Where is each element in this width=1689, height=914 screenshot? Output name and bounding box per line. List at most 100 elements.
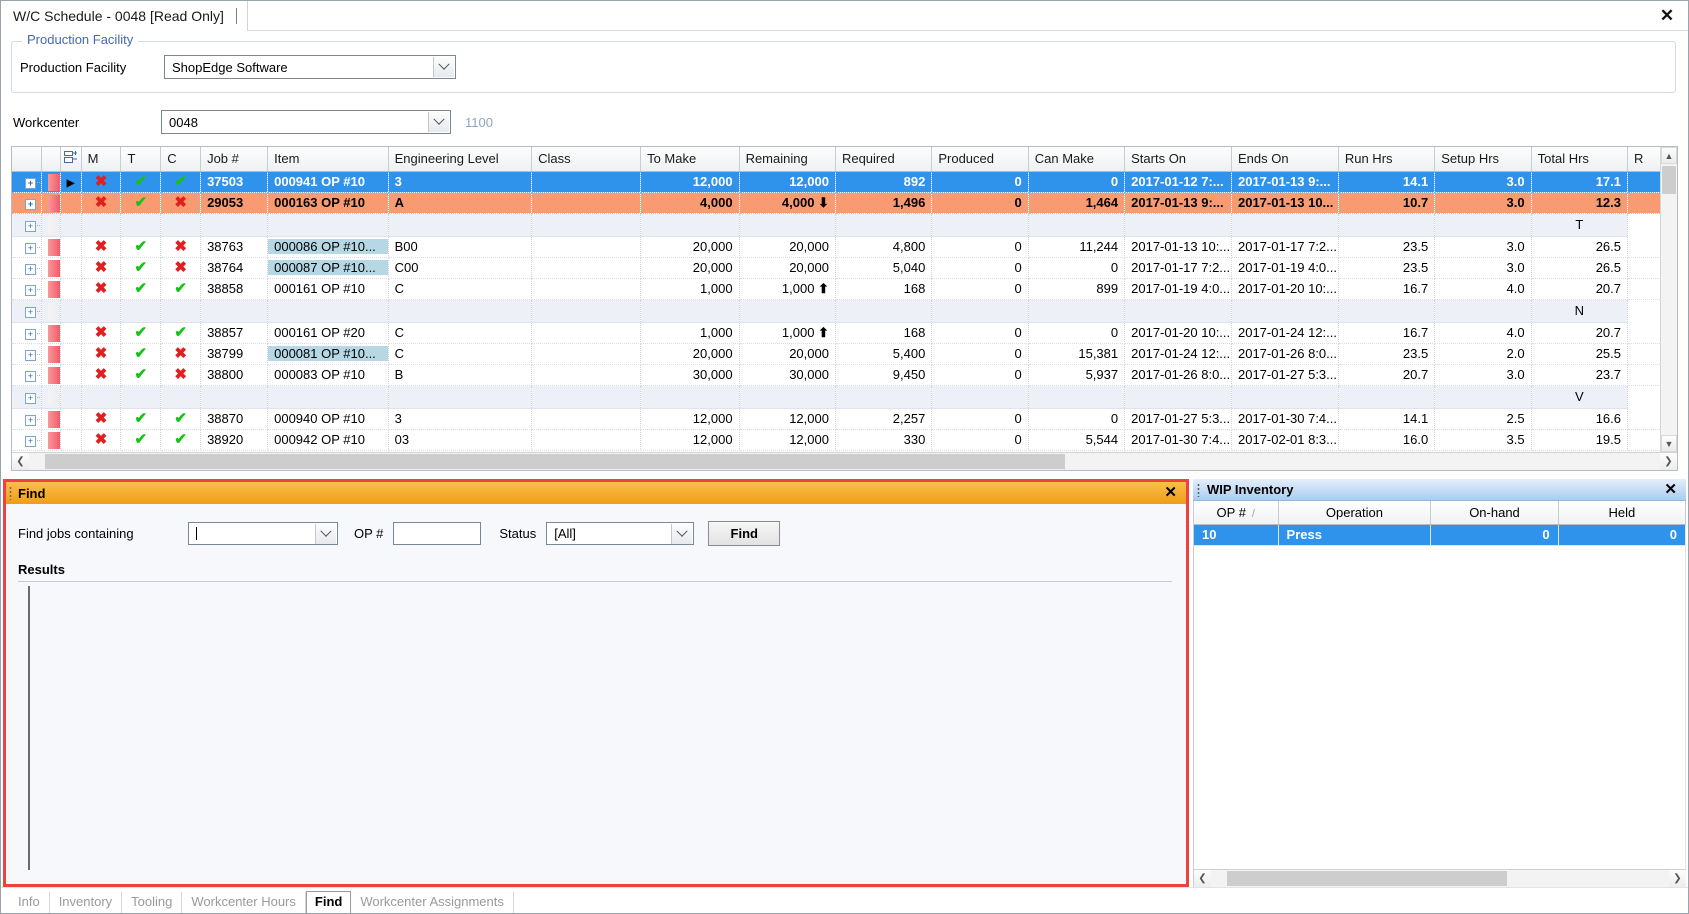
table-row[interactable]: + N: [12, 299, 1660, 323]
table-row[interactable]: + ✖ ✔ ✖ 38763 000086 OP #10... B00 20,000 20,000…: [12, 236, 1660, 258]
table-row[interactable]: + ✖ ✔ ✔ 38870 000940 OP #10 3 12,000 12,000 2,257…: [12, 408, 1660, 430]
expand-icon[interactable]: +: [25, 243, 36, 254]
cell-m[interactable]: ✖: [81, 236, 122, 258]
chevron-down-icon[interactable]: [433, 57, 454, 77]
cell-c[interactable]: ✖: [160, 364, 202, 386]
expand-icon[interactable]: +: [25, 285, 36, 296]
header-r-truncated[interactable]: R: [1627, 147, 1660, 172]
cell-setup-hrs[interactable]: 2.5: [1434, 408, 1532, 430]
cell-remaining[interactable]: 20,000: [739, 236, 836, 258]
cell-ends-on[interactable]: 2017-01-27 5:3...: [1231, 364, 1339, 386]
cell-item[interactable]: 000940 OP #10: [267, 408, 389, 430]
cell-can-make[interactable]: 15,381: [1028, 343, 1126, 365]
tab-tooling[interactable]: Tooling: [122, 892, 183, 913]
cell-class[interactable]: [531, 343, 642, 365]
cell-class[interactable]: [531, 408, 642, 430]
vscroll-track[interactable]: [1661, 164, 1677, 435]
table-row[interactable]: + ✖ ✔ ✖ 38800 000083 OP #10 B 30,000 30,000 9,450…: [12, 364, 1660, 386]
scroll-left-icon[interactable]: ❮: [1194, 870, 1211, 887]
cell-m[interactable]: ✖: [81, 192, 122, 214]
cell-remaining[interactable]: 1,000 ⬆: [739, 322, 836, 344]
cell-total-hrs[interactable]: 26.5: [1531, 257, 1629, 279]
cell-engineering-level[interactable]: B: [388, 364, 533, 386]
cell-m[interactable]: ✖: [81, 343, 122, 365]
cell-total-hrs[interactable]: 12.3: [1531, 192, 1629, 214]
cell-c[interactable]: ✖: [160, 236, 202, 258]
cell-required[interactable]: 892: [835, 171, 933, 193]
cell-r[interactable]: [1627, 278, 1660, 300]
chevron-down-icon[interactable]: [428, 112, 449, 132]
cell-can-make[interactable]: 11,244: [1028, 236, 1126, 258]
expand-icon[interactable]: +: [25, 221, 36, 232]
cell-engineering-level[interactable]: 3: [388, 171, 533, 193]
cell-class[interactable]: [531, 322, 642, 344]
wip-cell-on-hand[interactable]: 0: [1430, 524, 1559, 546]
cell-required[interactable]: 4,800: [835, 236, 933, 258]
status-select[interactable]: [All]: [546, 521, 695, 545]
wip-header-held[interactable]: Held: [1558, 501, 1687, 525]
cell-run-hrs[interactable]: 16.7: [1338, 322, 1436, 344]
cell-job-number[interactable]: 38870: [200, 408, 269, 430]
hscroll-track[interactable]: [29, 453, 1660, 470]
cell-remaining[interactable]: 4,000 ⬇: [739, 192, 836, 214]
header-item[interactable]: Item: [267, 147, 389, 172]
cell-c[interactable]: ✔: [160, 408, 202, 430]
table-row[interactable]: + V: [12, 385, 1660, 409]
table-row[interactable]: + ✖ ✔ ✖ 29053 000163 OP #10 A 4,000 4,000 ⬇ 1,496…: [12, 192, 1660, 214]
cell-ends-on[interactable]: 2017-01-30 7:4...: [1231, 408, 1339, 430]
cell-engineering-level[interactable]: A: [388, 192, 533, 214]
cell-required[interactable]: 2,257: [835, 408, 933, 430]
drag-handle-icon[interactable]: [1197, 483, 1200, 497]
production-facility-select[interactable]: ShopEdge Software: [164, 55, 456, 79]
row-expander[interactable]: +: [12, 322, 42, 344]
cell-starts-on[interactable]: 2017-01-13 10:...: [1124, 236, 1232, 258]
row-expander[interactable]: +: [12, 364, 42, 386]
row-expander[interactable]: +: [12, 408, 42, 430]
cell-r[interactable]: [1627, 322, 1660, 344]
row-expander[interactable]: +: [12, 385, 42, 409]
close-icon[interactable]: ✕: [1656, 4, 1678, 26]
cell-r[interactable]: [1627, 408, 1660, 430]
cell-to-make[interactable]: 12,000: [640, 429, 740, 451]
cell-item[interactable]: 000941 OP #10: [267, 171, 389, 193]
cell-produced[interactable]: 0: [931, 171, 1029, 193]
cell-total-hrs[interactable]: 25.5: [1531, 343, 1629, 365]
wip-table-row[interactable]: 10 Press 0 0: [1194, 524, 1687, 546]
cell-to-make[interactable]: 1,000: [640, 278, 740, 300]
cell-remaining[interactable]: 12,000: [739, 429, 836, 451]
cell-m[interactable]: ✖: [81, 408, 122, 430]
cell-item[interactable]: 000161 OP #10: [267, 278, 389, 300]
expand-icon[interactable]: +: [25, 199, 36, 210]
grid-settings-icon[interactable]: [60, 147, 82, 172]
row-selector[interactable]: ▶: [60, 171, 82, 193]
cell-job-number[interactable]: 29053: [200, 192, 269, 214]
scroll-up-icon[interactable]: ▲: [1661, 147, 1677, 164]
row-expander[interactable]: +: [12, 171, 42, 193]
row-expander[interactable]: +: [12, 299, 42, 323]
cell-required[interactable]: 5,400: [835, 343, 933, 365]
wip-panel-caption[interactable]: WIP Inventory ✕: [1193, 479, 1686, 501]
header-total-hrs[interactable]: Total Hrs: [1531, 147, 1629, 172]
cell-required[interactable]: 5,040: [835, 257, 933, 279]
row-selector[interactable]: [60, 322, 82, 344]
header-m[interactable]: M: [81, 147, 122, 172]
header-to-make[interactable]: To Make: [640, 147, 740, 172]
cell-produced[interactable]: 0: [931, 236, 1029, 258]
cell-t[interactable]: ✔: [120, 408, 162, 430]
cell-setup-hrs[interactable]: 3.0: [1434, 236, 1532, 258]
cell-can-make[interactable]: 0: [1028, 408, 1126, 430]
cell-total-hrs[interactable]: 17.1: [1531, 171, 1629, 193]
cell-can-make[interactable]: 0: [1028, 257, 1126, 279]
wip-hscroll-thumb[interactable]: [1227, 871, 1507, 886]
cell-to-make[interactable]: 12,000: [640, 408, 740, 430]
row-selector[interactable]: [60, 299, 82, 323]
cell-setup-hrs[interactable]: 3.0: [1434, 364, 1532, 386]
op-number-input[interactable]: [393, 521, 482, 545]
header-c[interactable]: C: [160, 147, 202, 172]
cell-starts-on[interactable]: 2017-01-19 4:0...: [1124, 278, 1232, 300]
cell-r[interactable]: [1627, 236, 1660, 258]
cell-can-make[interactable]: 0: [1028, 171, 1126, 193]
cell-to-make[interactable]: 20,000: [640, 257, 740, 279]
cell-class[interactable]: [531, 192, 642, 214]
cell-produced[interactable]: 0: [931, 192, 1029, 214]
